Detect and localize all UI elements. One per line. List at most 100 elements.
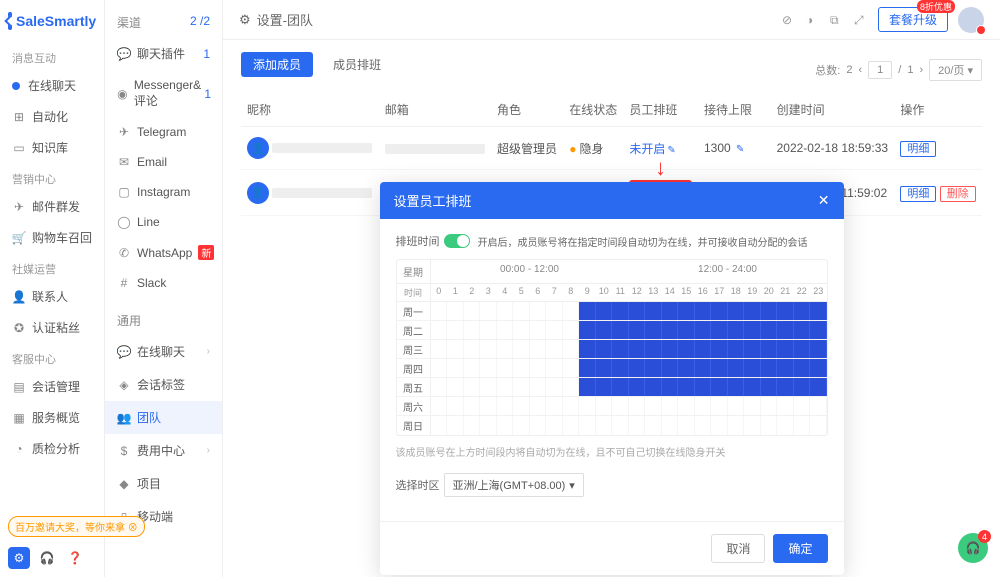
promo-banner[interactable]: 百万邀请大奖，等你来拿 ⊗ — [8, 516, 145, 537]
schedule-cell[interactable] — [777, 359, 794, 377]
sidebar-item-kb[interactable]: ▭知识库 — [0, 132, 104, 163]
schedule-cell[interactable] — [761, 397, 778, 415]
schedule-cell[interactable] — [810, 359, 827, 377]
schedule-cell[interactable] — [464, 359, 481, 377]
schedule-cell[interactable] — [530, 321, 547, 339]
sidebar-item-automation[interactable]: ⊞自动化 — [0, 101, 104, 132]
schedule-cell[interactable] — [761, 321, 778, 339]
schedule-cell[interactable] — [662, 321, 679, 339]
channel-telegram[interactable]: ✈Telegram — [105, 117, 222, 147]
schedule-cell[interactable] — [794, 359, 811, 377]
schedule-cell[interactable] — [645, 302, 662, 320]
detail-button[interactable]: 明细 — [900, 141, 936, 157]
schedule-cell[interactable] — [497, 359, 514, 377]
schedule-cell[interactable] — [744, 340, 761, 358]
prev-page[interactable]: ‹ — [858, 64, 862, 76]
schedule-cell[interactable] — [464, 340, 481, 358]
sidebar-item-overview[interactable]: ▦服务概览 — [0, 402, 104, 433]
schedule-cell[interactable] — [497, 416, 514, 435]
schedule-cell[interactable] — [497, 378, 514, 396]
schedule-cell[interactable] — [761, 302, 778, 320]
schedule-cell[interactable] — [497, 302, 514, 320]
schedule-cell[interactable] — [513, 340, 530, 358]
schedule-cell[interactable] — [431, 340, 448, 358]
schedule-cell[interactable] — [546, 378, 563, 396]
schedule-cell[interactable] — [645, 397, 662, 415]
schedule-cell[interactable] — [447, 359, 464, 377]
schedule-cell[interactable] — [678, 359, 695, 377]
schedule-cell[interactable] — [546, 397, 563, 415]
schedule-cell[interactable] — [431, 416, 448, 435]
schedule-link[interactable]: 未开启✎ — [629, 142, 675, 156]
schedule-cell[interactable] — [629, 321, 646, 339]
schedule-cell[interactable] — [744, 359, 761, 377]
schedule-cell[interactable] — [480, 378, 497, 396]
schedule-cell[interactable] — [728, 321, 745, 339]
schedule-cell[interactable] — [711, 416, 728, 435]
schedule-cell[interactable] — [777, 340, 794, 358]
general-billing[interactable]: $费用中心› — [105, 434, 222, 467]
schedule-cell[interactable] — [563, 340, 580, 358]
schedule-cell[interactable] — [744, 378, 761, 396]
schedule-cell[interactable] — [596, 340, 613, 358]
next-page[interactable]: › — [919, 64, 923, 76]
schedule-cell[interactable] — [563, 359, 580, 377]
schedule-cell[interactable] — [645, 378, 662, 396]
schedule-cell[interactable] — [645, 340, 662, 358]
schedule-cell[interactable] — [662, 359, 679, 377]
schedule-cell[interactable] — [530, 416, 547, 435]
schedule-cell[interactable] — [794, 302, 811, 320]
schedule-cell[interactable] — [579, 397, 596, 415]
schedule-cell[interactable] — [678, 321, 695, 339]
schedule-cell[interactable] — [695, 359, 712, 377]
sidebar-item-chat[interactable]: 在线聊天 — [0, 70, 104, 101]
schedule-cell[interactable] — [645, 359, 662, 377]
schedule-cell[interactable] — [810, 397, 827, 415]
schedule-cell[interactable] — [447, 416, 464, 435]
schedule-cell[interactable] — [447, 378, 464, 396]
headset-icon[interactable]: 🎧 — [36, 547, 58, 569]
schedule-cell[interactable] — [596, 359, 613, 377]
expand-icon[interactable]: ⤢ — [854, 13, 868, 27]
sidebar-item-sessions[interactable]: ▤会话管理 — [0, 371, 104, 402]
channel-chat-plugin[interactable]: 💬聊天插件1 — [105, 37, 222, 70]
avatar[interactable] — [958, 7, 984, 33]
schedule-cell[interactable] — [744, 416, 761, 435]
schedule-cell[interactable] — [711, 359, 728, 377]
schedule-cell[interactable] — [447, 321, 464, 339]
schedule-cell[interactable] — [513, 416, 530, 435]
schedule-cell[interactable] — [612, 340, 629, 358]
schedule-cell[interactable] — [777, 378, 794, 396]
help-icon[interactable]: ❓ — [64, 547, 86, 569]
schedule-cell[interactable] — [596, 302, 613, 320]
general-project[interactable]: ◆项目 — [105, 467, 222, 500]
schedule-cell[interactable] — [744, 321, 761, 339]
schedule-cell[interactable] — [761, 378, 778, 396]
schedule-cell[interactable] — [612, 416, 629, 435]
upgrade-button[interactable]: 套餐升级8折优惠 — [878, 7, 948, 32]
schedule-cell[interactable] — [794, 340, 811, 358]
schedule-cell[interactable] — [678, 302, 695, 320]
schedule-cell[interactable] — [728, 397, 745, 415]
copy-icon[interactable]: ⧉ — [830, 13, 844, 27]
schedule-cell[interactable] — [695, 340, 712, 358]
schedule-cell[interactable] — [431, 378, 448, 396]
schedule-cell[interactable] — [596, 397, 613, 415]
sidebar-item-email[interactable]: ✈邮件群发 — [0, 191, 104, 222]
channel-whatsapp[interactable]: ✆WhatsApp新 — [105, 237, 222, 268]
schedule-cell[interactable] — [810, 321, 827, 339]
schedule-cell[interactable] — [579, 378, 596, 396]
schedule-cell[interactable] — [447, 302, 464, 320]
schedule-cell[interactable] — [431, 321, 448, 339]
general-tags[interactable]: ◈会话标签 — [105, 368, 222, 401]
schedule-cell[interactable] — [662, 340, 679, 358]
general-team[interactable]: 👥团队 — [105, 401, 222, 434]
schedule-cell[interactable] — [431, 302, 448, 320]
sidebar-item-cart[interactable]: 🛒购物车召回 — [0, 222, 104, 253]
schedule-cell[interactable] — [695, 378, 712, 396]
schedule-cell[interactable] — [612, 359, 629, 377]
schedule-toggle[interactable] — [444, 234, 470, 248]
schedule-cell[interactable] — [480, 302, 497, 320]
schedule-cell[interactable] — [662, 397, 679, 415]
general-chat[interactable]: 💬在线聊天› — [105, 335, 222, 368]
